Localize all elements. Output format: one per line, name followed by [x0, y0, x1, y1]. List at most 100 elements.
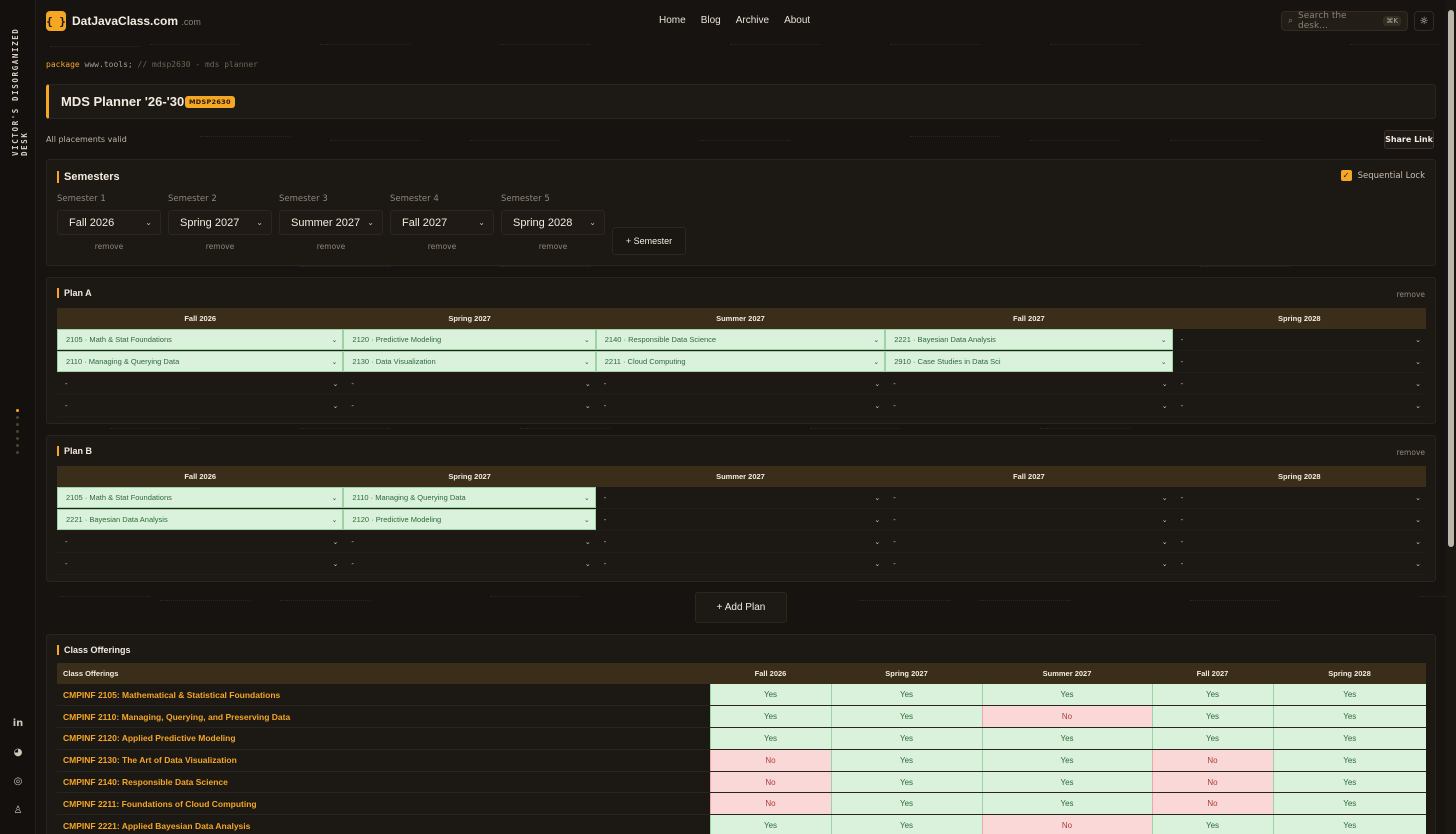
semester-select[interactable]: Fall 2027 ⌄	[390, 210, 494, 235]
nav-about[interactable]: About	[784, 15, 810, 26]
course-select[interactable]: - ⌄	[596, 395, 885, 416]
semester-select[interactable]: Spring 2027 ⌄	[168, 210, 272, 235]
course-name-link[interactable]: CMPINF 2105: Mathematical & Statistical …	[57, 684, 710, 707]
sequential-lock-toggle[interactable]: ✓ Sequential Lock	[1340, 170, 1425, 181]
course-select[interactable]: - ⌄	[57, 553, 343, 574]
course-select[interactable]: 2105 · Math & Stat Foundations ⌄	[57, 329, 344, 350]
course-select[interactable]: - ⌄	[885, 395, 1172, 416]
remove-semester-button[interactable]: remove	[390, 242, 494, 251]
availability-cell: No	[981, 705, 1152, 729]
semester-select[interactable]: Spring 2028 ⌄	[501, 210, 605, 235]
github-icon[interactable]: ◎	[9, 772, 27, 790]
course-select[interactable]: 2120 · Predictive Modeling ⌄	[343, 329, 596, 350]
course-select[interactable]: - ⌄	[57, 395, 343, 416]
course-select[interactable]: - ⌄	[596, 509, 885, 530]
course-select[interactable]: - ⌄	[343, 373, 595, 394]
nav-archive[interactable]: Archive	[736, 15, 769, 26]
semester-select[interactable]: Summer 2027 ⌄	[279, 210, 383, 235]
section-progress-dots[interactable]	[16, 409, 19, 454]
person-icon[interactable]: ♙	[9, 801, 27, 819]
course-select[interactable]: - ⌄	[596, 531, 885, 552]
course-select-value: -	[893, 493, 896, 502]
brand-name[interactable]: DatJavaClass.com .com	[72, 14, 201, 28]
course-select[interactable]: - ⌄	[1173, 553, 1426, 574]
remove-semester-button[interactable]: remove	[501, 242, 605, 251]
course-select[interactable]: - ⌄	[343, 553, 595, 574]
course-select[interactable]: - ⌄	[596, 373, 885, 394]
course-select[interactable]: - ⌄	[885, 487, 1172, 508]
nav-home[interactable]: Home	[659, 15, 686, 26]
offering-row: CMPINF 2105: Mathematical & Statistical …	[57, 684, 1426, 707]
course-select[interactable]: - ⌄	[596, 487, 885, 508]
course-select[interactable]: 2221 · Bayesian Data Analysis ⌄	[57, 509, 344, 530]
course-select-value: -	[1180, 335, 1184, 344]
theme-toggle-button[interactable]: ☼	[1414, 11, 1434, 31]
remove-plan-b-button[interactable]: remove	[1397, 448, 1425, 457]
course-select[interactable]: - ⌄	[885, 531, 1172, 552]
course-select[interactable]: 2105 · Math & Stat Foundations ⌄	[57, 487, 344, 508]
course-name-link[interactable]: CMPINF 2130: The Art of Data Visualizati…	[57, 749, 710, 772]
background-scribble	[1170, 140, 1260, 141]
plan-row: 2221 · Bayesian Data Analysis ⌄ 2120 · Pre…	[57, 508, 1426, 531]
course-select[interactable]: - ⌄	[343, 531, 595, 552]
brand-text: DatJavaClass.com	[72, 14, 179, 28]
scrollbar-thumb[interactable]	[1448, 10, 1454, 547]
course-select[interactable]: - ⌄	[885, 373, 1172, 394]
remove-semester-button[interactable]: remove	[279, 242, 383, 251]
share-link-button[interactable]: Share Link	[1384, 130, 1434, 149]
scrollbar[interactable]	[1446, 0, 1456, 834]
logo-icon[interactable]: { }	[46, 11, 66, 31]
course-select[interactable]: - ⌄	[343, 395, 595, 416]
course-select[interactable]: 2211 · Cloud Computing ⌄	[595, 351, 886, 372]
chevron-down-icon: ⌄	[1415, 494, 1421, 502]
course-select[interactable]: - ⌄	[57, 373, 343, 394]
course-select-value: -	[1180, 401, 1184, 410]
chevron-down-icon: ⌄	[331, 358, 338, 366]
course-name-link[interactable]: CMPINF 2221: Applied Bayesian Data Analy…	[57, 814, 710, 834]
course-name-link[interactable]: CMPINF 2140: Responsible Data Science	[57, 771, 710, 794]
course-select[interactable]: - ⌄	[885, 509, 1172, 530]
semester-label: Semester 4	[390, 194, 439, 204]
course-select[interactable]: 2120 · Predictive Modeling ⌄	[343, 509, 596, 530]
remove-plan-a-button[interactable]: remove	[1397, 290, 1425, 299]
course-select[interactable]: 2910 · Case Studies in Data Sci ⌄	[885, 351, 1173, 372]
course-select[interactable]: 2221 · Bayesian Data Analysis ⌄	[885, 329, 1173, 350]
course-select[interactable]: - ⌄	[1173, 395, 1426, 416]
add-plan-button[interactable]: + Add Plan	[695, 592, 787, 623]
plan-row: 2105 · Math & Stat Foundations ⌄ 2110 · Ma…	[57, 487, 1426, 509]
plan-row: - ⌄ - ⌄ - ⌄ - ⌄ - ⌄	[57, 552, 1426, 575]
course-select[interactable]: - ⌄	[57, 531, 343, 552]
course-name-link[interactable]: CMPINF 2211: Foundations of Cloud Comput…	[57, 792, 710, 816]
course-select[interactable]: - ⌄	[1173, 509, 1426, 530]
search-input[interactable]: ⌕ Search the desk... ⌘K	[1281, 11, 1408, 31]
course-select[interactable]: 2130 · Data Visualization ⌄	[343, 351, 596, 372]
course-select[interactable]: - ⌄	[1173, 351, 1426, 372]
search-shortcut: ⌘K	[1383, 16, 1401, 26]
availability-cell: No	[1151, 749, 1273, 772]
course-select[interactable]: - ⌄	[1173, 531, 1426, 552]
reddit-icon[interactable]: ◕	[9, 743, 27, 761]
linkedin-icon[interactable]: in	[9, 714, 27, 732]
course-select-value: -	[1180, 357, 1184, 366]
course-select-value: 2130 · Data Visualization	[352, 357, 436, 366]
course-select[interactable]: - ⌄	[1173, 329, 1426, 350]
course-name-link[interactable]: CMPINF 2120: Applied Predictive Modeling	[57, 727, 710, 750]
course-select[interactable]: 2110 · Managing & Querying Data ⌄	[57, 351, 344, 372]
course-select[interactable]: 2110 · Managing & Querying Data ⌄	[343, 487, 596, 508]
course-name-link[interactable]: CMPINF 2110: Managing, Querying, and Pre…	[57, 705, 710, 729]
course-select[interactable]: - ⌄	[596, 553, 885, 574]
add-semester-button[interactable]: + Semester	[612, 227, 686, 255]
remove-semester-button[interactable]: remove	[168, 242, 272, 251]
course-select[interactable]: - ⌄	[885, 553, 1172, 574]
checkbox-icon[interactable]: ✓	[1340, 170, 1352, 181]
background-scribble	[730, 44, 820, 45]
course-select[interactable]: 2140 · Responsible Data Science ⌄	[595, 329, 886, 350]
remove-semester-button[interactable]: remove	[57, 242, 161, 251]
chevron-down-icon: ⌄	[1161, 516, 1168, 524]
course-select[interactable]: - ⌄	[1173, 373, 1426, 394]
nav-blog[interactable]: Blog	[701, 15, 721, 26]
semester-select[interactable]: Fall 2026 ⌄	[57, 210, 161, 235]
course-select[interactable]: - ⌄	[1173, 487, 1426, 508]
chevron-down-icon: ⌄	[583, 358, 590, 366]
brand-suffix: .com	[181, 17, 201, 27]
